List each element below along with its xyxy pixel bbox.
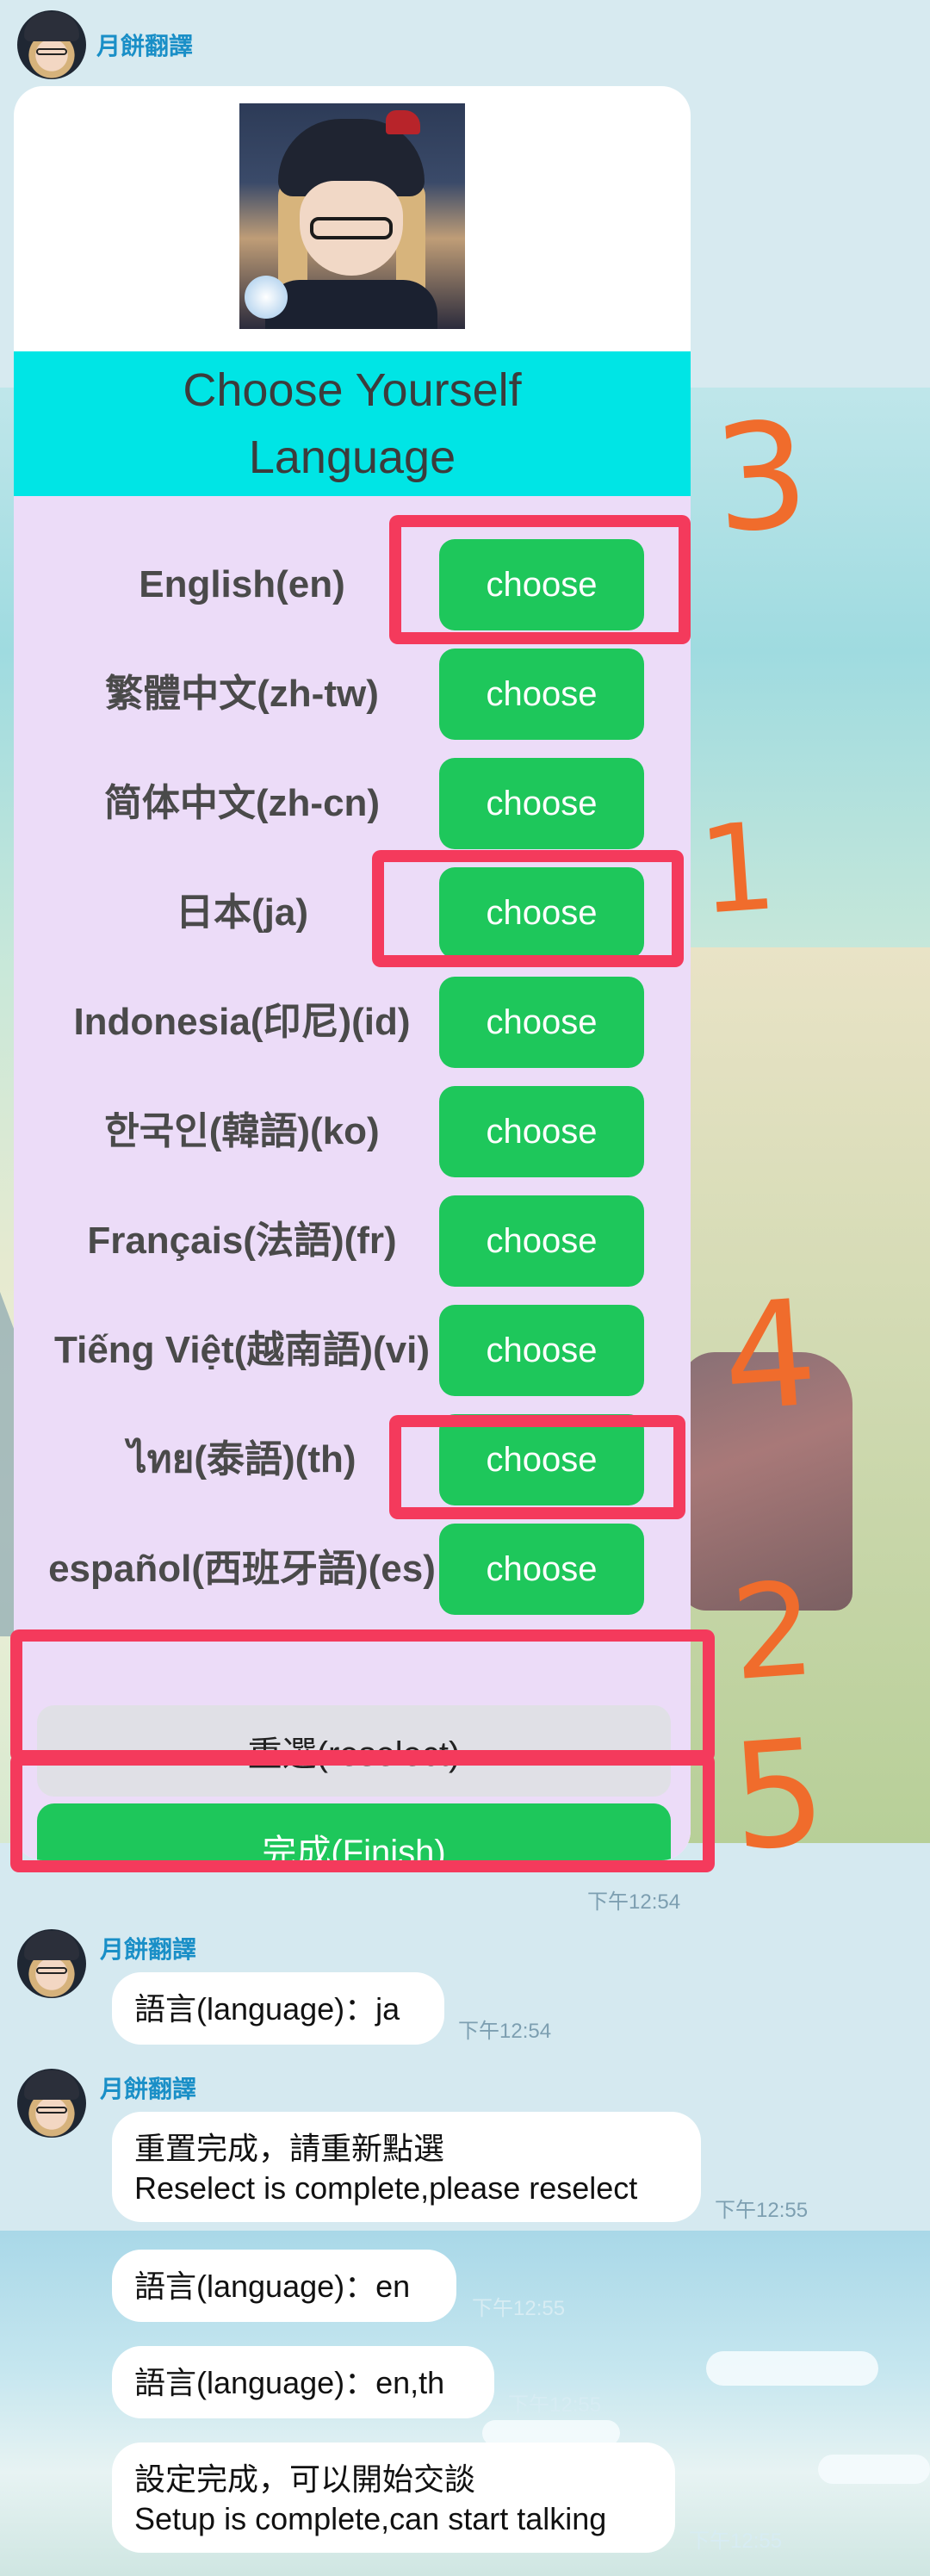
choose-button-es[interactable]: choose xyxy=(439,1524,644,1615)
message-text-line: Setup is complete,can start talking xyxy=(134,2501,607,2536)
message-bubble: 語言(language)：en xyxy=(112,2250,456,2322)
card-hero-image xyxy=(239,103,465,329)
message-bubble: 重置完成，請重新點選 Reselect is complete,please r… xyxy=(112,2112,701,2222)
choose-button-vi[interactable]: choose xyxy=(439,1305,644,1396)
choose-button-zh-tw[interactable]: choose xyxy=(439,649,644,740)
language-label: español(西班牙語)(es) xyxy=(48,1548,436,1590)
card-title: Choose Yourself Language xyxy=(183,364,522,483)
language-row: 繁體中文(zh-tw) choose xyxy=(14,649,691,740)
annotation-number-4: 4 xyxy=(717,1268,822,1445)
highlight-box-finish xyxy=(10,1754,715,1872)
avatar-hat xyxy=(24,12,79,41)
message-text-line: 設定完成，可以開始交談 xyxy=(134,2461,476,2497)
bot-avatar[interactable] xyxy=(17,2069,86,2138)
language-row: 简体中文(zh-cn) choose xyxy=(14,758,691,849)
avatar-glasses xyxy=(36,48,67,55)
choose-button-ko[interactable]: choose xyxy=(439,1086,644,1177)
card-title-banner: Choose Yourself Language xyxy=(14,351,691,496)
hero-hat-ribbon xyxy=(386,110,420,134)
background-cloud xyxy=(706,2351,878,2386)
language-card: Choose Yourself Language English(en) cho… xyxy=(14,86,691,1860)
hero-coat xyxy=(265,280,437,329)
avatar-glasses xyxy=(36,2107,67,2114)
highlight-box-japanese xyxy=(372,850,684,967)
language-row: 한국인(韓語)(ko) choose xyxy=(14,1086,691,1177)
language-label: Tiếng Việt(越南語)(vi) xyxy=(54,1329,430,1371)
choose-button-id[interactable]: choose xyxy=(439,977,644,1068)
choose-button-fr[interactable]: choose xyxy=(439,1195,644,1287)
choose-button-zh-cn[interactable]: choose xyxy=(439,758,644,849)
message-timestamp: 下午12:55 xyxy=(715,2199,809,2222)
language-row: Tiếng Việt(越南語)(vi) choose xyxy=(14,1305,691,1396)
card-timestamp: 下午12:54 xyxy=(587,1890,681,1914)
avatar-glasses xyxy=(36,1967,67,1974)
bot-avatar[interactable] xyxy=(17,1929,86,1998)
message-timestamp: 下午12:55 xyxy=(472,2297,566,2320)
language-label: English(en) xyxy=(139,563,345,605)
highlight-box-thai xyxy=(389,1415,685,1519)
message-text-line: Reselect is complete,please reselect xyxy=(134,2170,638,2206)
background-cloud xyxy=(818,2455,930,2484)
highlight-box-english xyxy=(389,515,691,644)
annotation-number-5: 5 xyxy=(726,1707,831,1884)
language-label: 한국인(韓語)(ko) xyxy=(104,1110,380,1152)
avatar-hat xyxy=(24,1931,79,1960)
hero-snow-globe xyxy=(245,276,288,319)
language-label: ไทย(泰語)(th) xyxy=(127,1438,356,1480)
message-timestamp: 下午12:55 xyxy=(689,2529,783,2553)
sender-name: 月餅翻譯 xyxy=(100,1936,197,1963)
language-label: 繁體中文(zh-tw) xyxy=(105,673,379,715)
annotation-number-2: 2 xyxy=(727,1554,820,1710)
message-text: 語言(language)：en xyxy=(134,2269,411,2304)
sender-name: 月餅翻譯 xyxy=(100,2076,197,2102)
bot-avatar[interactable] xyxy=(17,10,86,79)
avatar-hat xyxy=(24,2070,79,2100)
message-timestamp: 下午12:55 xyxy=(508,2393,602,2417)
annotation-number-1: 1 xyxy=(694,797,781,942)
language-row: español(西班牙語)(es) choose xyxy=(14,1524,691,1615)
language-row: Français(法語)(fr) choose xyxy=(14,1195,691,1287)
message-bubble: 語言(language)：en,th xyxy=(112,2346,494,2418)
message-text-line: 重置完成，請重新點選 xyxy=(134,2131,445,2166)
language-label: Français(法語)(fr) xyxy=(87,1220,397,1262)
message-bubble: 設定完成，可以開始交談 Setup is complete,can start … xyxy=(112,2443,675,2553)
annotation-number-3: 3 xyxy=(709,389,814,567)
message-timestamp: 下午12:54 xyxy=(458,2020,552,2043)
highlight-box-reselect xyxy=(10,1629,715,1762)
language-label: Indonesia(印尼)(id) xyxy=(73,1001,411,1043)
language-label: 简体中文(zh-cn) xyxy=(103,782,381,824)
language-row: Indonesia(印尼)(id) choose xyxy=(14,977,691,1068)
message-text: 語言(language)：en,th xyxy=(134,2365,445,2400)
sender-name: 月餅翻譯 xyxy=(96,33,194,59)
message-text: 語言(language)：ja xyxy=(134,1991,400,2027)
message-bubble: 語言(language)：ja xyxy=(112,1972,444,2045)
hero-glasses xyxy=(310,217,393,239)
